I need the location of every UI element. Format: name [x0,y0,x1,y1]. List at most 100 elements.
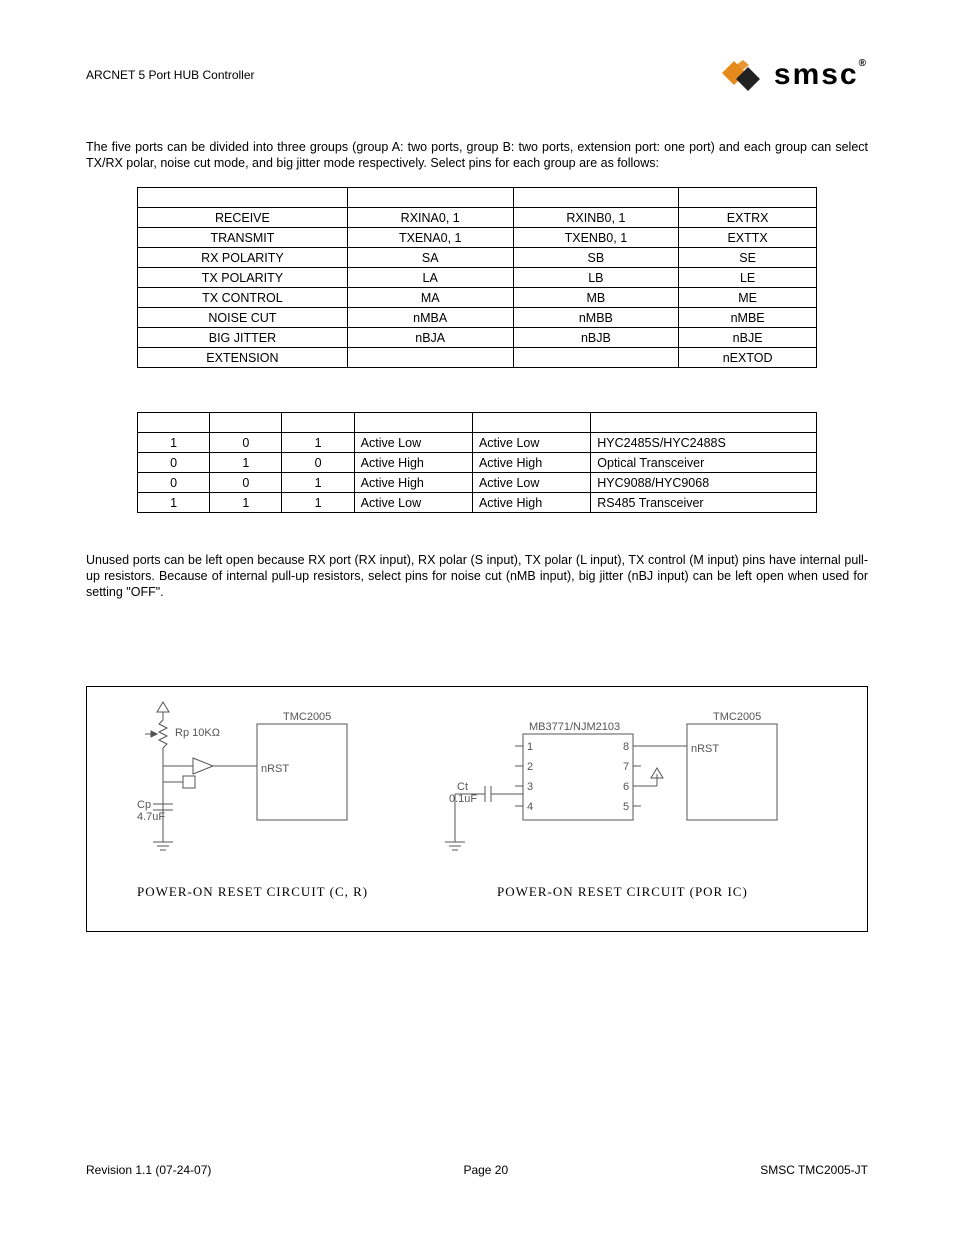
pin6: 6 [623,781,629,793]
table-cell: EXTTX [679,228,817,248]
table-cell: NOISE CUT [138,308,348,328]
pin7: 7 [623,761,629,773]
table-cell: HYC2485S/HYC2488S [591,433,817,453]
table-cell: EXTRX [679,208,817,228]
table-row: RX POLARITYSASBSE [138,248,817,268]
nrst-label-right: nRST [691,743,719,755]
table-row: TRANSMITTXENA0, 1TXENB0, 1EXTTX [138,228,817,248]
circuit-diagram: Rp 10KΩ TMC2005 nRST Cp 4.7uF POWER-ON R… [97,694,857,924]
table-cell: TX POLARITY [138,268,348,288]
cp-label-1: Cp [137,799,151,811]
table-cell: Active High [354,453,472,473]
pin-groups-table: RECEIVERXINA0, 1RXINB0, 1EXTRXTRANSMITTX… [137,187,817,368]
table-cell: Active High [354,473,472,493]
table-cell: Optical Transceiver [591,453,817,473]
table-cell: MB [513,288,679,308]
table-cell [138,413,210,433]
table-cell: TX CONTROL [138,288,348,308]
ic-label: MB3771/NJM2103 [529,721,620,733]
table-cell: nMBB [513,308,679,328]
table-cell: 0 [210,433,282,453]
right-caption: POWER-ON RESET CIRCUIT (POR IC) [497,884,748,899]
table-cell: HYC9088/HYC9068 [591,473,817,493]
table-cell [354,413,472,433]
chip-label-right: TMC2005 [713,711,761,723]
document-page: ARCNET 5 Port HUB Controller smsc® The f… [0,0,954,1235]
table-cell: 1 [282,493,354,513]
pin5: 5 [623,801,629,813]
pin8: 8 [623,741,629,753]
table-cell: nBJB [513,328,679,348]
table-cell: RECEIVE [138,208,348,228]
table-cell [679,188,817,208]
table-cell: TXENB0, 1 [513,228,679,248]
table-cell: Active Low [472,433,590,453]
ct-label-1: Ct [457,781,468,793]
table-row [138,413,817,433]
table-cell: MA [347,288,513,308]
table-cell [282,413,354,433]
footer-page: Page 20 [463,1163,508,1177]
table-cell: Active Low [472,473,590,493]
table-cell [347,188,513,208]
table-cell: LA [347,268,513,288]
table-cell: Active High [472,493,590,513]
footer-revision: Revision 1.1 (07-24-07) [86,1163,211,1177]
table-cell: 1 [138,493,210,513]
pin2: 2 [527,761,533,773]
table-cell: Active High [472,453,590,473]
table-row: EXTENSIONnEXTOD [138,348,817,368]
table-row: 101Active LowActive LowHYC2485S/HYC2488S [138,433,817,453]
table-row [138,188,817,208]
table-cell: TXENA0, 1 [347,228,513,248]
table-cell: RX POLARITY [138,248,348,268]
table-cell: 1 [210,493,282,513]
table-row: BIG JITTERnBJAnBJBnBJE [138,328,817,348]
table-row: TX CONTROLMAMBME [138,288,817,308]
page-header: ARCNET 5 Port HUB Controller smsc® [86,56,868,94]
table-cell [210,413,282,433]
pin1: 1 [527,741,533,753]
table-row: 111Active LowActive HighRS485 Transceive… [138,493,817,513]
table-row: NOISE CUTnMBAnMBBnMBE [138,308,817,328]
left-caption: POWER-ON RESET CIRCUIT (C, R) [137,884,368,899]
table-cell [472,413,590,433]
table-cell: SE [679,248,817,268]
table-cell [138,188,348,208]
page-footer: Revision 1.1 (07-24-07) Page 20 SMSC TMC… [86,1163,868,1177]
table-cell: nMBA [347,308,513,328]
cp-label-2: 4.7uF [137,811,165,823]
header-title: ARCNET 5 Port HUB Controller [86,68,255,82]
polarity-config-table: 101Active LowActive LowHYC2485S/HYC2488S… [137,412,817,513]
table-cell: nBJE [679,328,817,348]
table-cell: 1 [282,473,354,493]
table-cell: EXTENSION [138,348,348,368]
logo-text: smsc® [774,58,868,92]
table-cell: 0 [138,453,210,473]
table-cell: ME [679,288,817,308]
table-row: 010Active HighActive HighOptical Transce… [138,453,817,473]
pin4: 4 [527,801,533,813]
rp-label: Rp 10KΩ [175,727,220,739]
notes-paragraph: Unused ports can be left open because RX… [86,553,868,600]
table-cell: 0 [210,473,282,493]
table-cell: SB [513,248,679,268]
table-row: 001Active HighActive LowHYC9088/HYC9068 [138,473,817,493]
table-cell: SA [347,248,513,268]
table-cell: LE [679,268,817,288]
table-cell [591,413,817,433]
intro-paragraph: The five ports can be divided into three… [86,140,868,171]
pin3: 3 [527,781,533,793]
table-cell: BIG JITTER [138,328,348,348]
table-cell: RS485 Transceiver [591,493,817,513]
table-cell: Active Low [354,493,472,513]
table-cell: RXINA0, 1 [347,208,513,228]
smsc-logo: smsc® [716,56,868,94]
table-cell: Active Low [354,433,472,453]
table-cell: 1 [210,453,282,473]
table-cell: 1 [138,433,210,453]
table-cell [513,188,679,208]
footer-docid: SMSC TMC2005-JT [760,1163,868,1177]
table-cell [347,348,513,368]
table-cell: 0 [138,473,210,493]
